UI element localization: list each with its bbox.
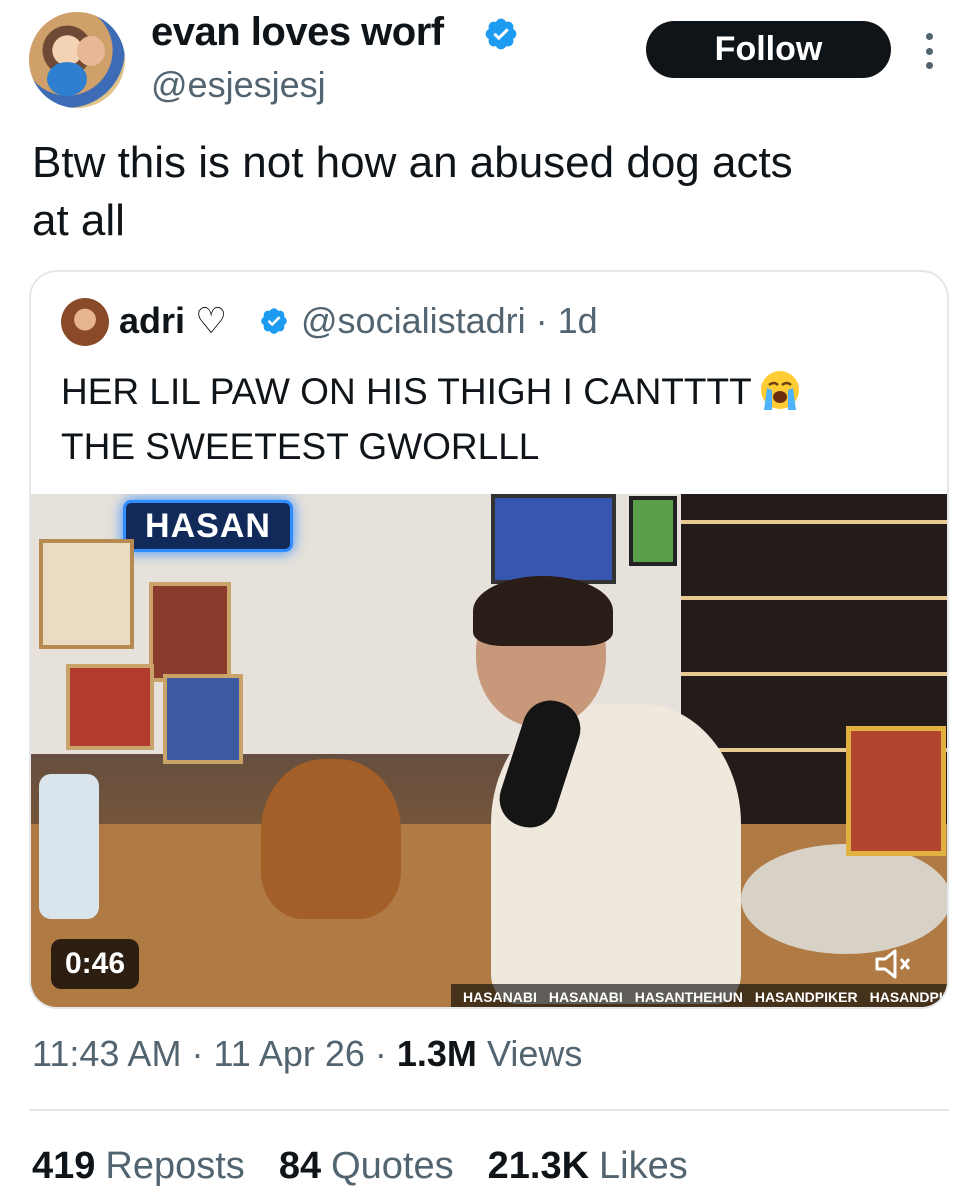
quoted-tweet-text: HER LIL PAW ON HIS THIGH I CANTTTT THE S… [61,364,901,474]
likes-label: Likes [599,1145,688,1187]
verified-badge-icon [261,308,287,334]
quotes-stat[interactable]: 84 Quotes [279,1145,454,1188]
dog [261,759,401,919]
reposts-label: Reposts [105,1145,245,1187]
social-handle: HASANDPIKER [869,988,947,1005]
author-display-name[interactable]: evan loves worf [151,10,444,55]
water-bottle [39,774,99,919]
muted-speaker-icon[interactable] [871,942,915,986]
reposts-count: 419 [32,1145,96,1187]
framed-art [846,726,946,856]
social-handle: HASANDPIKER [754,988,858,1005]
person-hair [473,576,613,646]
tweet-timestamp[interactable]: 11:43 AM · 11 Apr 26 · 1.3M Views [32,1033,582,1075]
wall-poster [491,494,616,584]
quoted-tweet-card[interactable]: adri ♡ @socialistadri · 1d HER LIL PAW O… [29,270,949,1009]
social-handle: HASANABI [548,988,623,1005]
video-player[interactable]: HASAN 0:46 HASANABI HASANABI HASANTHEHUN… [31,494,947,1007]
rug [741,844,947,954]
stream-socials-banner: HASANABI HASANABI HASANTHEHUN HASANDPIKE… [451,984,947,1007]
quoted-text-line1: HER LIL PAW ON HIS THIGH I CANTTTT [61,371,752,412]
wall-poster [629,496,677,566]
social-handle: HASANTHEHUN [634,988,743,1005]
reposts-stat[interactable]: 419 Reposts [32,1145,245,1188]
views-count: 1.3M [396,1033,477,1074]
tweet-time: 11:43 AM [32,1033,182,1074]
wall-poster [163,674,243,764]
video-duration-badge: 0:46 [51,939,140,989]
tweet-date: 11 Apr 26 [213,1033,365,1074]
quotes-count: 84 [278,1145,322,1187]
author-avatar[interactable] [29,12,125,108]
quoted-text-line2: THE SWEETEST GWORLLL [61,426,540,467]
wall-poster [39,539,134,649]
likes-count: 21.3K [487,1145,590,1187]
avatar-face [77,36,105,66]
neon-sign: HASAN [123,500,293,552]
divider [29,1109,949,1111]
quotes-label: Quotes [331,1145,454,1187]
tweet-text: Btw this is not how an abused dog acts a… [32,138,793,245]
author-handle[interactable]: @esjesjesj [151,64,326,106]
wall-poster [66,664,154,750]
quoted-author-avatar[interactable] [61,298,109,346]
social-handle: HASANABI [463,988,537,1005]
wall-poster [149,582,231,682]
loudly-crying-face-icon [760,371,799,410]
views-label: Views [486,1033,583,1074]
more-options-icon[interactable] [919,33,939,69]
quoted-author-name[interactable]: adri ♡ [119,300,227,342]
engagement-stats: 419 Reposts 84 Quotes 21.3K Likes [32,1145,688,1188]
quoted-handle-time[interactable]: @socialistadri · 1d [301,300,598,342]
follow-button[interactable]: Follow [646,21,891,78]
avatar-doraemon [47,62,87,96]
likes-stat[interactable]: 21.3K Likes [488,1145,688,1188]
verified-badge-icon [485,18,517,50]
